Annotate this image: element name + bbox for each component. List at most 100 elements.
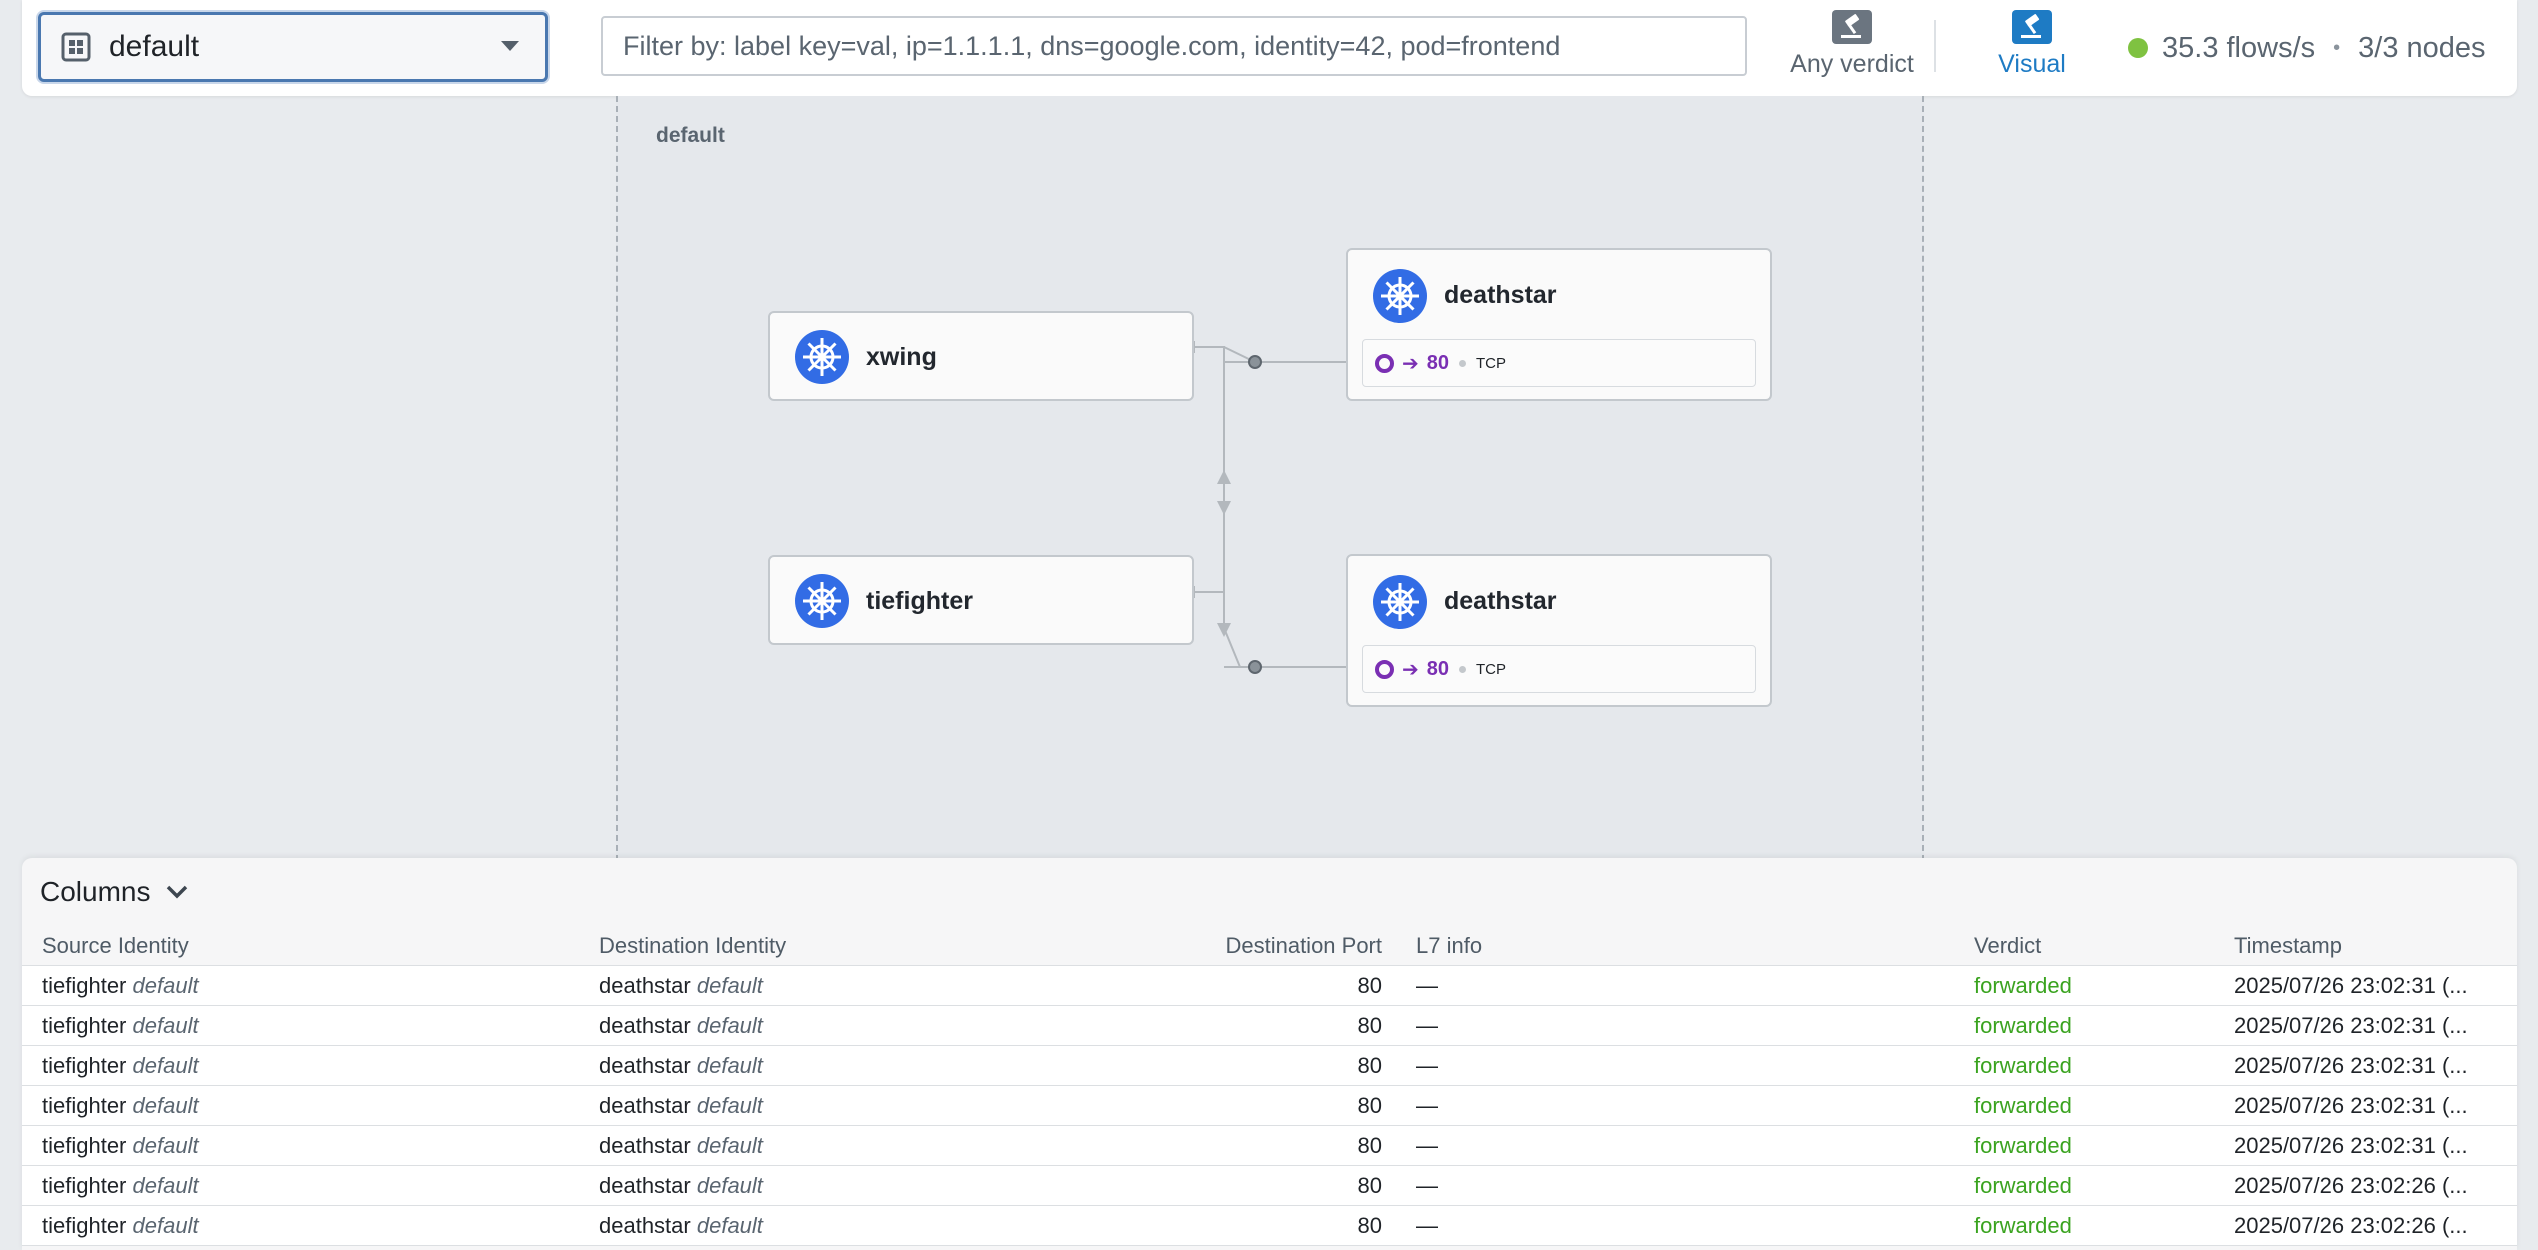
source-identity-namespace: default [132, 1053, 199, 1078]
source-identity-cell: tiefighter default [42, 1126, 582, 1166]
destination-port-cell: 80 [1357, 1053, 1382, 1078]
table-row[interactable]: tiefighter default deathstar default 80 … [22, 1166, 2517, 1206]
separator-dot [1459, 359, 1467, 367]
destination-identity-name: deathstar [599, 1093, 691, 1118]
destination-identity-name: deathstar [599, 1213, 691, 1238]
columns-toggle-label: Columns [40, 876, 151, 907]
timestamp-cell: 2025/07/26 23:02:31 (... [2234, 1093, 2468, 1118]
visual-toggle-label: Visual [1998, 50, 2066, 78]
destination-identity-cell: deathstar default [599, 966, 1159, 1006]
toolbar-divider [1934, 20, 1936, 72]
verdict-cell: forwarded [1974, 1053, 2072, 1078]
table-row[interactable]: tiefighter default deathstar default 80 … [22, 1046, 2517, 1086]
source-identity-namespace: default [132, 1213, 199, 1238]
source-identity-cell: tiefighter default [42, 1006, 582, 1046]
kubernetes-icon [1372, 574, 1428, 630]
timestamp-cell: 2025/07/26 23:02:31 (... [2234, 1053, 2468, 1078]
destination-identity-cell: deathstar default [599, 1166, 1159, 1206]
verdict-cell: forwarded [1974, 1133, 2072, 1158]
destination-identity-namespace: default [696, 1173, 763, 1198]
service-name: tiefighter [866, 587, 973, 615]
flows-table: Source Identity Destination Identity Des… [22, 926, 2517, 1246]
l7-info-cell: — [1416, 1093, 1438, 1118]
header-timestamp[interactable]: Timestamp [2234, 926, 2504, 966]
source-identity-cell: tiefighter default [42, 1046, 582, 1086]
port-endpoint[interactable]: ➔ 80 TCP [1362, 339, 1756, 387]
l7-info-cell: — [1416, 1053, 1438, 1078]
timestamp-cell: 2025/07/26 23:02:26 (... [2234, 1173, 2468, 1198]
service-card-deathstar[interactable]: deathstar ➔ 80 TCP [1346, 554, 1772, 707]
separator-dot [1459, 665, 1467, 673]
verdict-cell: forwarded [1974, 1213, 2072, 1238]
visual-toggle-button[interactable]: Visual [1972, 10, 2092, 88]
verdict-cell: forwarded [1974, 1173, 2072, 1198]
destination-identity-cell: deathstar default [599, 1046, 1159, 1086]
source-identity-name: tiefighter [42, 973, 127, 998]
destination-identity-cell: deathstar default [599, 1086, 1159, 1126]
port-endpoint[interactable]: ➔ 80 TCP [1362, 645, 1756, 693]
chevron-down-icon [501, 41, 519, 51]
source-identity-cell: tiefighter default [42, 966, 582, 1006]
destination-identity-cell: deathstar default [599, 1126, 1159, 1166]
connection-status: 35.3 flows/s • 3/3 nodes [2128, 28, 2486, 68]
columns-toggle-button[interactable]: Columns [40, 874, 188, 910]
chevron-down-icon [166, 885, 188, 899]
destination-identity-name: deathstar [599, 973, 691, 998]
l7-info-cell: — [1416, 973, 1438, 998]
source-identity-cell: tiefighter default [42, 1086, 582, 1126]
timestamp-cell: 2025/07/26 23:02:26 (... [2234, 1213, 2468, 1238]
namespace-area: default [616, 96, 1924, 861]
l7-info-cell: — [1416, 1133, 1438, 1158]
header-destination-identity[interactable]: Destination Identity [599, 926, 1159, 966]
service-card-tiefighter[interactable]: tiefighter [768, 555, 1194, 645]
service-name: deathstar [1444, 281, 1557, 309]
flows-panel: Columns Source Identity Destination Iden… [22, 858, 2517, 1250]
destination-identity-name: deathstar [599, 1013, 691, 1038]
table-row[interactable]: tiefighter default deathstar default 80 … [22, 1086, 2517, 1126]
l7-info-cell: — [1416, 1173, 1438, 1198]
source-identity-name: tiefighter [42, 1173, 127, 1198]
destination-identity-namespace: default [696, 1213, 763, 1238]
destination-identity-namespace: default [696, 973, 763, 998]
destination-identity-namespace: default [696, 1093, 763, 1118]
source-identity-name: tiefighter [42, 1093, 127, 1118]
destination-identity-name: deathstar [599, 1133, 691, 1158]
destination-port-cell: 80 [1357, 973, 1382, 998]
verdict-filter-button[interactable]: Any verdict [1762, 10, 1942, 88]
service-name: xwing [866, 343, 937, 371]
verdict-cell: forwarded [1974, 973, 2072, 998]
service-map[interactable]: default xwing tiefighter deathstar ➔ 80 … [0, 96, 2538, 861]
source-identity-cell: tiefighter default [42, 1206, 582, 1246]
service-card-deathstar[interactable]: deathstar ➔ 80 TCP [1346, 248, 1772, 401]
verdict-cell: forwarded [1974, 1013, 2072, 1038]
destination-port-cell: 80 [1357, 1173, 1382, 1198]
table-row[interactable]: tiefighter default deathstar default 80 … [22, 1126, 2517, 1166]
arrow-right-icon: ➔ [1402, 352, 1419, 375]
header-source-identity[interactable]: Source Identity [42, 926, 582, 966]
service-card-xwing[interactable]: xwing [768, 311, 1194, 401]
status-indicator [2128, 38, 2148, 58]
destination-identity-name: deathstar [599, 1053, 691, 1078]
top-bar: default Any verdict Visual 35.3 flows/s … [22, 0, 2517, 96]
destination-port-cell: 80 [1357, 1133, 1382, 1158]
source-identity-name: tiefighter [42, 1213, 127, 1238]
kubernetes-icon [794, 329, 850, 385]
filter-input[interactable] [601, 16, 1747, 76]
header-destination-port[interactable]: Destination Port [1172, 926, 1382, 966]
namespace-selector[interactable]: default [38, 12, 548, 82]
table-body: tiefighter default deathstar default 80 … [22, 966, 2517, 1246]
table-row[interactable]: tiefighter default deathstar default 80 … [22, 1206, 2517, 1246]
protocol-label: TCP [1476, 660, 1507, 678]
header-verdict[interactable]: Verdict [1974, 926, 2204, 966]
source-identity-namespace: default [132, 1133, 199, 1158]
verdict-filter-label: Any verdict [1790, 50, 1914, 78]
destination-identity-name: deathstar [599, 1173, 691, 1198]
header-l7-info[interactable]: L7 info [1416, 926, 1916, 966]
gavel-icon [1832, 10, 1872, 44]
destination-identity-namespace: default [696, 1133, 763, 1158]
table-row[interactable]: tiefighter default deathstar default 80 … [22, 966, 2517, 1006]
flows-rate: 35.3 flows/s [2162, 31, 2316, 64]
destination-identity-cell: deathstar default [599, 1006, 1159, 1046]
table-row[interactable]: tiefighter default deathstar default 80 … [22, 1006, 2517, 1046]
source-identity-namespace: default [132, 1173, 199, 1198]
